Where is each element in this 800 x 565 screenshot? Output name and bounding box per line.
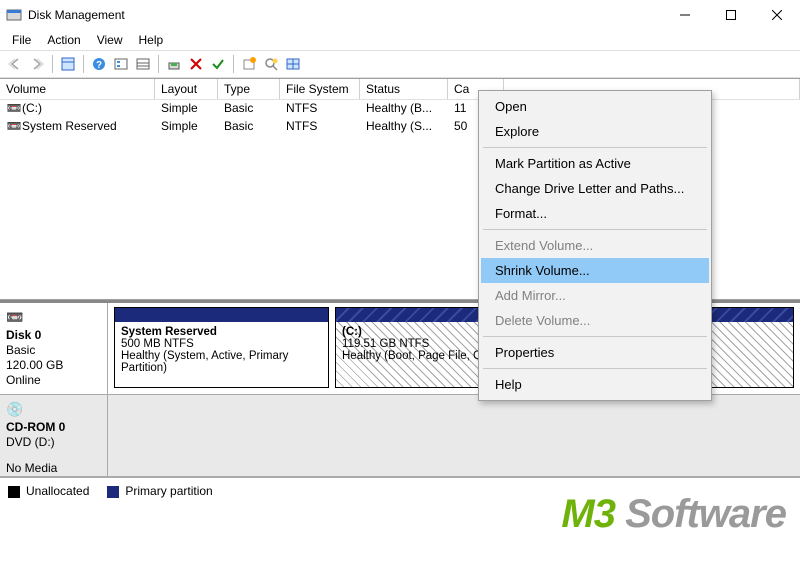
context-menu: Open Explore Mark Partition as Active Ch…	[478, 90, 712, 401]
volume-type: Basic	[218, 118, 280, 136]
disk-icon: 📼	[6, 309, 101, 326]
forward-button[interactable]	[26, 53, 48, 75]
ctx-change-letter[interactable]: Change Drive Letter and Paths...	[481, 176, 709, 201]
volume-layout: Simple	[155, 118, 218, 136]
context-menu-separator	[483, 229, 707, 230]
partition-block[interactable]: System Reserved 500 MB NTFS Healthy (Sys…	[114, 307, 329, 388]
disk-size: 120.00 GB	[6, 358, 101, 372]
volume-layout: Simple	[155, 100, 218, 118]
window-title: Disk Management	[28, 8, 125, 22]
drive-icon: 📼	[6, 119, 22, 133]
cdrom-icon: 💿	[6, 401, 101, 418]
volume-type: Basic	[218, 100, 280, 118]
context-menu-separator	[483, 336, 707, 337]
ctx-explore[interactable]: Explore	[481, 119, 709, 144]
col-filesystem[interactable]: File System	[280, 79, 360, 99]
toolbar: ?	[0, 50, 800, 78]
menu-view[interactable]: View	[89, 31, 131, 49]
ctx-shrink[interactable]: Shrink Volume...	[481, 258, 709, 283]
partition-health: Healthy (System, Active, Primary Partiti…	[121, 350, 322, 374]
delete-icon[interactable]	[185, 53, 207, 75]
menu-bar: File Action View Help	[0, 30, 800, 50]
disk-status: Online	[6, 373, 101, 387]
toolbar-icon-4[interactable]	[132, 53, 154, 75]
search-icon[interactable]	[260, 53, 282, 75]
title-bar: Disk Management	[0, 0, 800, 30]
volume-status: Healthy (B...	[360, 100, 448, 118]
disk-status: No Media	[6, 461, 101, 475]
close-button[interactable]	[754, 0, 800, 30]
menu-help[interactable]: Help	[131, 31, 172, 49]
col-layout[interactable]: Layout	[155, 79, 218, 99]
context-menu-separator	[483, 368, 707, 369]
partition-size: 500 MB NTFS	[121, 338, 322, 350]
context-menu-separator	[483, 147, 707, 148]
legend-unallocated: Unallocated	[8, 484, 89, 498]
disk-name: Disk 0	[6, 328, 101, 342]
drive-icon: 📼	[6, 101, 22, 115]
partition-area	[108, 395, 800, 476]
toolbar-icon-8[interactable]	[238, 53, 260, 75]
window-controls	[662, 0, 800, 30]
toolbar-separator	[83, 55, 84, 73]
volume-fs: NTFS	[280, 118, 360, 136]
disk-type: Basic	[6, 343, 101, 357]
toolbar-icon-3[interactable]	[110, 53, 132, 75]
disk-name: CD-ROM 0	[6, 420, 101, 434]
col-status[interactable]: Status	[360, 79, 448, 99]
ctx-format[interactable]: Format...	[481, 201, 709, 226]
maximize-button[interactable]	[708, 0, 754, 30]
ctx-add-mirror[interactable]: Add Mirror...	[481, 283, 709, 308]
disk-type: DVD (D:)	[6, 435, 101, 449]
menu-action[interactable]: Action	[39, 31, 88, 49]
col-volume[interactable]: Volume	[0, 79, 155, 99]
ctx-mark-active[interactable]: Mark Partition as Active	[481, 151, 709, 176]
partition-title: System Reserved	[121, 326, 322, 338]
app-icon	[6, 7, 22, 23]
volume-name: System Reserved	[22, 119, 117, 133]
volume-status: Healthy (S...	[360, 118, 448, 136]
properties-icon[interactable]	[163, 53, 185, 75]
disk-info[interactable]: 💿 CD-ROM 0 DVD (D:) No Media	[0, 395, 108, 476]
ctx-delete[interactable]: Delete Volume...	[481, 308, 709, 333]
back-button[interactable]	[4, 53, 26, 75]
toolbar-icon-1[interactable]	[57, 53, 79, 75]
menu-file[interactable]: File	[4, 31, 39, 49]
help-icon[interactable]: ?	[88, 53, 110, 75]
disk-row: 💿 CD-ROM 0 DVD (D:) No Media	[0, 395, 800, 477]
ctx-properties[interactable]: Properties	[481, 340, 709, 365]
col-type[interactable]: Type	[218, 79, 280, 99]
toolbar-separator	[233, 55, 234, 73]
volume-name: (C:)	[22, 101, 42, 115]
disk-info[interactable]: 📼 Disk 0 Basic 120.00 GB Online	[0, 303, 108, 394]
toolbar-separator	[158, 55, 159, 73]
legend-primary: Primary partition	[107, 484, 212, 498]
partition-bar	[115, 308, 328, 322]
minimize-button[interactable]	[662, 0, 708, 30]
svg-text:?: ?	[96, 60, 102, 71]
toolbar-separator	[52, 55, 53, 73]
toolbar-icon-10[interactable]	[282, 53, 304, 75]
volume-fs: NTFS	[280, 100, 360, 118]
ctx-extend[interactable]: Extend Volume...	[481, 233, 709, 258]
ctx-open[interactable]: Open	[481, 94, 709, 119]
check-icon[interactable]	[207, 53, 229, 75]
legend: Unallocated Primary partition	[0, 477, 800, 504]
ctx-help[interactable]: Help	[481, 372, 709, 397]
